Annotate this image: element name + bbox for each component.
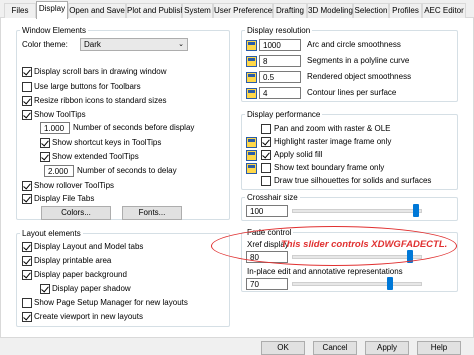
seconds-delay-label: Number of seconds to delay [77,166,177,175]
layout-model-tabs-label: Display Layout and Model tabs [34,242,144,251]
create-viewport-checkbox[interactable] [22,312,32,322]
crosshair-slider-thumb[interactable] [413,204,419,217]
layout-model-tabs-checkbox[interactable] [22,242,32,252]
apply-solid-fill-label: Apply solid fill [274,150,323,159]
inplace-slider-thumb[interactable] [387,277,393,290]
seconds-delay-input[interactable]: 2.000 [44,165,74,177]
tab-drafting[interactable]: Drafting [273,3,307,18]
fonts-button[interactable]: Fonts... [122,206,182,220]
tab-user-preferences[interactable]: User Preferences [213,3,276,18]
highlight-raster-checkbox[interactable] [261,137,271,147]
colors-button[interactable]: Colors... [41,206,111,220]
scroll-bars-checkbox[interactable] [22,67,32,77]
crosshair-size-input[interactable]: 100 [246,205,288,217]
tab-system[interactable]: System [182,3,213,18]
tab-aec-editor[interactable]: AEC Editor [422,3,466,18]
paper-background-label: Display paper background [34,270,127,279]
large-buttons-label: Use large buttons for Toolbars [34,82,141,91]
crosshair-size-title: Crosshair size [245,193,300,202]
page-setup-label: Show Page Setup Manager for new layouts [34,298,188,307]
scroll-bars-label: Display scroll bars in drawing window [34,67,167,76]
file-tabs-label: Display File Tabs [34,194,95,203]
color-theme-select[interactable]: Dark ⌄ [80,38,188,51]
color-theme-label: Color theme: [22,40,68,49]
polyline-segments-input[interactable]: 8 [259,55,301,67]
show-tooltips-checkbox[interactable] [22,110,32,120]
drawing-setting-icon [246,150,257,161]
text-boundary-label: Show text boundary frame only [274,163,385,172]
create-viewport-label: Create viewport in new layouts [34,312,143,321]
drawing-setting-icon [246,40,257,51]
annotation-text: This slider controls XDWGFADECTL. [281,239,448,250]
polyline-segments-label: Segments in a polyline curve [307,56,410,65]
contour-lines-input[interactable]: 4 [259,87,301,99]
drawing-setting-icon [246,137,257,148]
tab-plot-and-publish[interactable]: Plot and Publish [126,3,185,18]
drawing-setting-icon [246,72,257,83]
rendered-smoothness-label: Rendered object smoothness [307,72,412,81]
tab-bar: Files Display Open and Save Plot and Pub… [0,0,474,19]
apply-solid-fill-checkbox[interactable] [261,150,271,160]
resize-ribbon-checkbox[interactable] [22,96,32,106]
pan-zoom-raster-label: Pan and zoom with raster & OLE [274,124,391,133]
show-tooltips-label: Show ToolTips [34,110,86,119]
paper-background-checkbox[interactable] [22,270,32,280]
arc-circle-smoothness-label: Arc and circle smoothness [307,40,401,49]
drawing-setting-icon [246,163,257,174]
rendered-smoothness-input[interactable]: 0.5 [259,71,301,83]
printable-area-checkbox[interactable] [22,256,32,266]
inplace-slider-track[interactable] [292,282,422,286]
page-setup-checkbox[interactable] [22,298,32,308]
display-resolution-title: Display resolution [245,26,313,35]
text-boundary-checkbox[interactable] [261,163,271,173]
seconds-before-display-label: Number of seconds before display [73,123,195,132]
rollover-tooltips-label: Show rollover ToolTips [34,181,115,190]
file-tabs-checkbox[interactable] [22,194,32,204]
tab-selection[interactable]: Selection [353,3,389,18]
paper-shadow-label: Display paper shadow [52,284,131,293]
extended-tooltips-label: Show extended ToolTips [52,152,139,161]
true-silhouettes-label: Draw true silhouettes for solids and sur… [274,176,432,185]
large-buttons-checkbox[interactable] [22,82,32,92]
tab-open-and-save[interactable]: Open and Save [68,3,126,18]
tab-3d-modeling[interactable]: 3D Modeling [307,3,353,18]
rollover-tooltips-checkbox[interactable] [22,181,32,191]
window-elements-title: Window Elements [20,26,89,35]
drawing-setting-icon [246,88,257,99]
chevron-down-icon: ⌄ [178,41,184,48]
crosshair-slider-track[interactable] [292,209,422,213]
true-silhouettes-checkbox[interactable] [261,176,271,186]
display-performance-title: Display performance [245,110,323,119]
contour-lines-label: Contour lines per surface [307,88,397,97]
tab-files[interactable]: Files [4,3,36,18]
shortcut-keys-checkbox[interactable] [40,138,50,148]
pan-zoom-raster-checkbox[interactable] [261,124,271,134]
inplace-edit-input[interactable]: 70 [246,278,288,290]
inplace-edit-label: In-place edit and annotative representat… [247,267,403,276]
highlight-raster-label: Highlight raster image frame only [274,137,392,146]
paper-shadow-checkbox[interactable] [40,284,50,294]
printable-area-label: Display printable area [34,256,112,265]
tab-display[interactable]: Display [36,1,68,19]
extended-tooltips-checkbox[interactable] [40,152,50,162]
shortcut-keys-label: Show shortcut keys in ToolTips [52,138,162,147]
color-theme-value: Dark [84,40,101,49]
layout-elements-title: Layout elements [20,229,83,238]
arc-circle-smoothness-input[interactable]: 1000 [259,39,301,51]
resize-ribbon-label: Resize ribbon icons to standard sizes [34,96,167,105]
seconds-before-display-input[interactable]: 1.000 [40,122,70,134]
drawing-setting-icon [246,56,257,67]
tab-profiles[interactable]: Profiles [389,3,422,18]
